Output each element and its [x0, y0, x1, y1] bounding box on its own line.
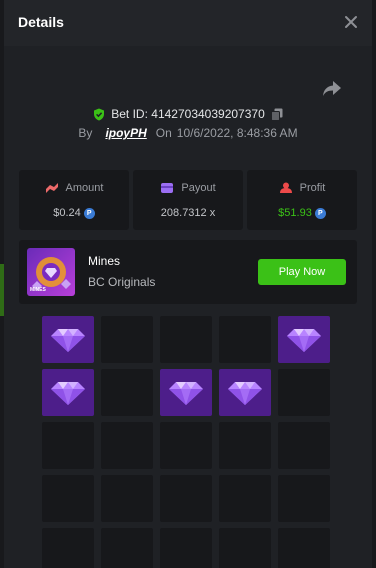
- amount-icon: [45, 183, 58, 193]
- on-label: On: [155, 126, 172, 140]
- empty-tile[interactable]: [278, 422, 330, 469]
- empty-tile[interactable]: [278, 475, 330, 522]
- empty-tile[interactable]: [219, 528, 271, 568]
- empty-tile[interactable]: [101, 369, 153, 416]
- play-now-button[interactable]: Play Now: [258, 259, 346, 285]
- stat-payout-value: 208.7312 x: [160, 207, 216, 219]
- empty-tile[interactable]: [219, 475, 271, 522]
- game-provider: BC Originals: [88, 275, 156, 289]
- stat-amount: Amount $0.24 P: [19, 170, 129, 230]
- mines-grid: [42, 316, 330, 568]
- by-label: By: [78, 126, 93, 140]
- shield-icon: [94, 108, 105, 120]
- gem-icon: [228, 381, 262, 405]
- details-modal: Details Bet ID: 41427034039207370 By ipo…: [4, 0, 372, 568]
- empty-tile[interactable]: [278, 369, 330, 416]
- profit-icon: [279, 182, 292, 193]
- empty-tile[interactable]: [101, 422, 153, 469]
- game-name: Mines: [88, 254, 121, 268]
- gem-tile[interactable]: [278, 316, 330, 363]
- gem-tile[interactable]: [42, 316, 94, 363]
- gem-icon: [51, 381, 85, 405]
- empty-tile[interactable]: [42, 475, 94, 522]
- bet-date: 10/6/2022, 8:48:36 AM: [176, 126, 298, 140]
- stat-amount-label: Amount: [65, 182, 104, 194]
- background-strip-right: [372, 0, 376, 568]
- empty-tile[interactable]: [160, 316, 212, 363]
- gem-tile[interactable]: [160, 369, 212, 416]
- copy-icon[interactable]: [270, 108, 283, 121]
- bet-id-label: Bet ID: 41427034039207370: [111, 107, 265, 121]
- gem-icon: [51, 328, 85, 352]
- gem-icon: [169, 381, 203, 405]
- empty-tile[interactable]: [160, 528, 212, 568]
- bet-stats: Amount $0.24 P Payout 208.7312 x Profit …: [19, 170, 357, 230]
- bet-id-row: Bet ID: 41427034039207370: [4, 105, 372, 123]
- empty-tile[interactable]: [101, 316, 153, 363]
- modal-title: Details: [18, 14, 64, 30]
- stat-amount-value: $0.24: [53, 207, 81, 219]
- username-link[interactable]: ipoyPH: [105, 126, 146, 140]
- stat-profit-label: Profit: [299, 182, 326, 194]
- stat-profit-value: $51.93: [278, 207, 312, 219]
- stat-payout: Payout 208.7312 x: [133, 170, 243, 230]
- empty-tile[interactable]: [160, 475, 212, 522]
- empty-tile[interactable]: [160, 422, 212, 469]
- gem-tile[interactable]: [219, 369, 271, 416]
- share-icon[interactable]: [322, 80, 342, 98]
- bet-id-value: 41427034039207370: [151, 107, 265, 121]
- empty-tile[interactable]: [42, 528, 94, 568]
- coin-icon: P: [83, 207, 95, 219]
- empty-tile[interactable]: [219, 422, 271, 469]
- game-card: MINES Mines BC Originals Play Now: [19, 240, 357, 304]
- payout-icon: [161, 183, 174, 193]
- gem-tile[interactable]: [42, 369, 94, 416]
- empty-tile[interactable]: [101, 528, 153, 568]
- empty-tile[interactable]: [101, 475, 153, 522]
- modal-header: Details: [4, 0, 372, 46]
- stat-profit: Profit $51.93 P: [247, 170, 357, 230]
- close-icon[interactable]: [344, 15, 358, 29]
- coin-icon: P: [314, 207, 326, 219]
- stat-payout-label: Payout: [181, 182, 216, 194]
- empty-tile[interactable]: [219, 316, 271, 363]
- gem-icon: [287, 328, 321, 352]
- empty-tile[interactable]: [42, 422, 94, 469]
- empty-tile[interactable]: [278, 528, 330, 568]
- thumbnail-label: MINES: [30, 287, 46, 293]
- game-thumbnail[interactable]: MINES: [27, 248, 75, 296]
- bet-meta-row: By ipoyPH On 10/6/2022, 8:48:36 AM: [4, 125, 372, 141]
